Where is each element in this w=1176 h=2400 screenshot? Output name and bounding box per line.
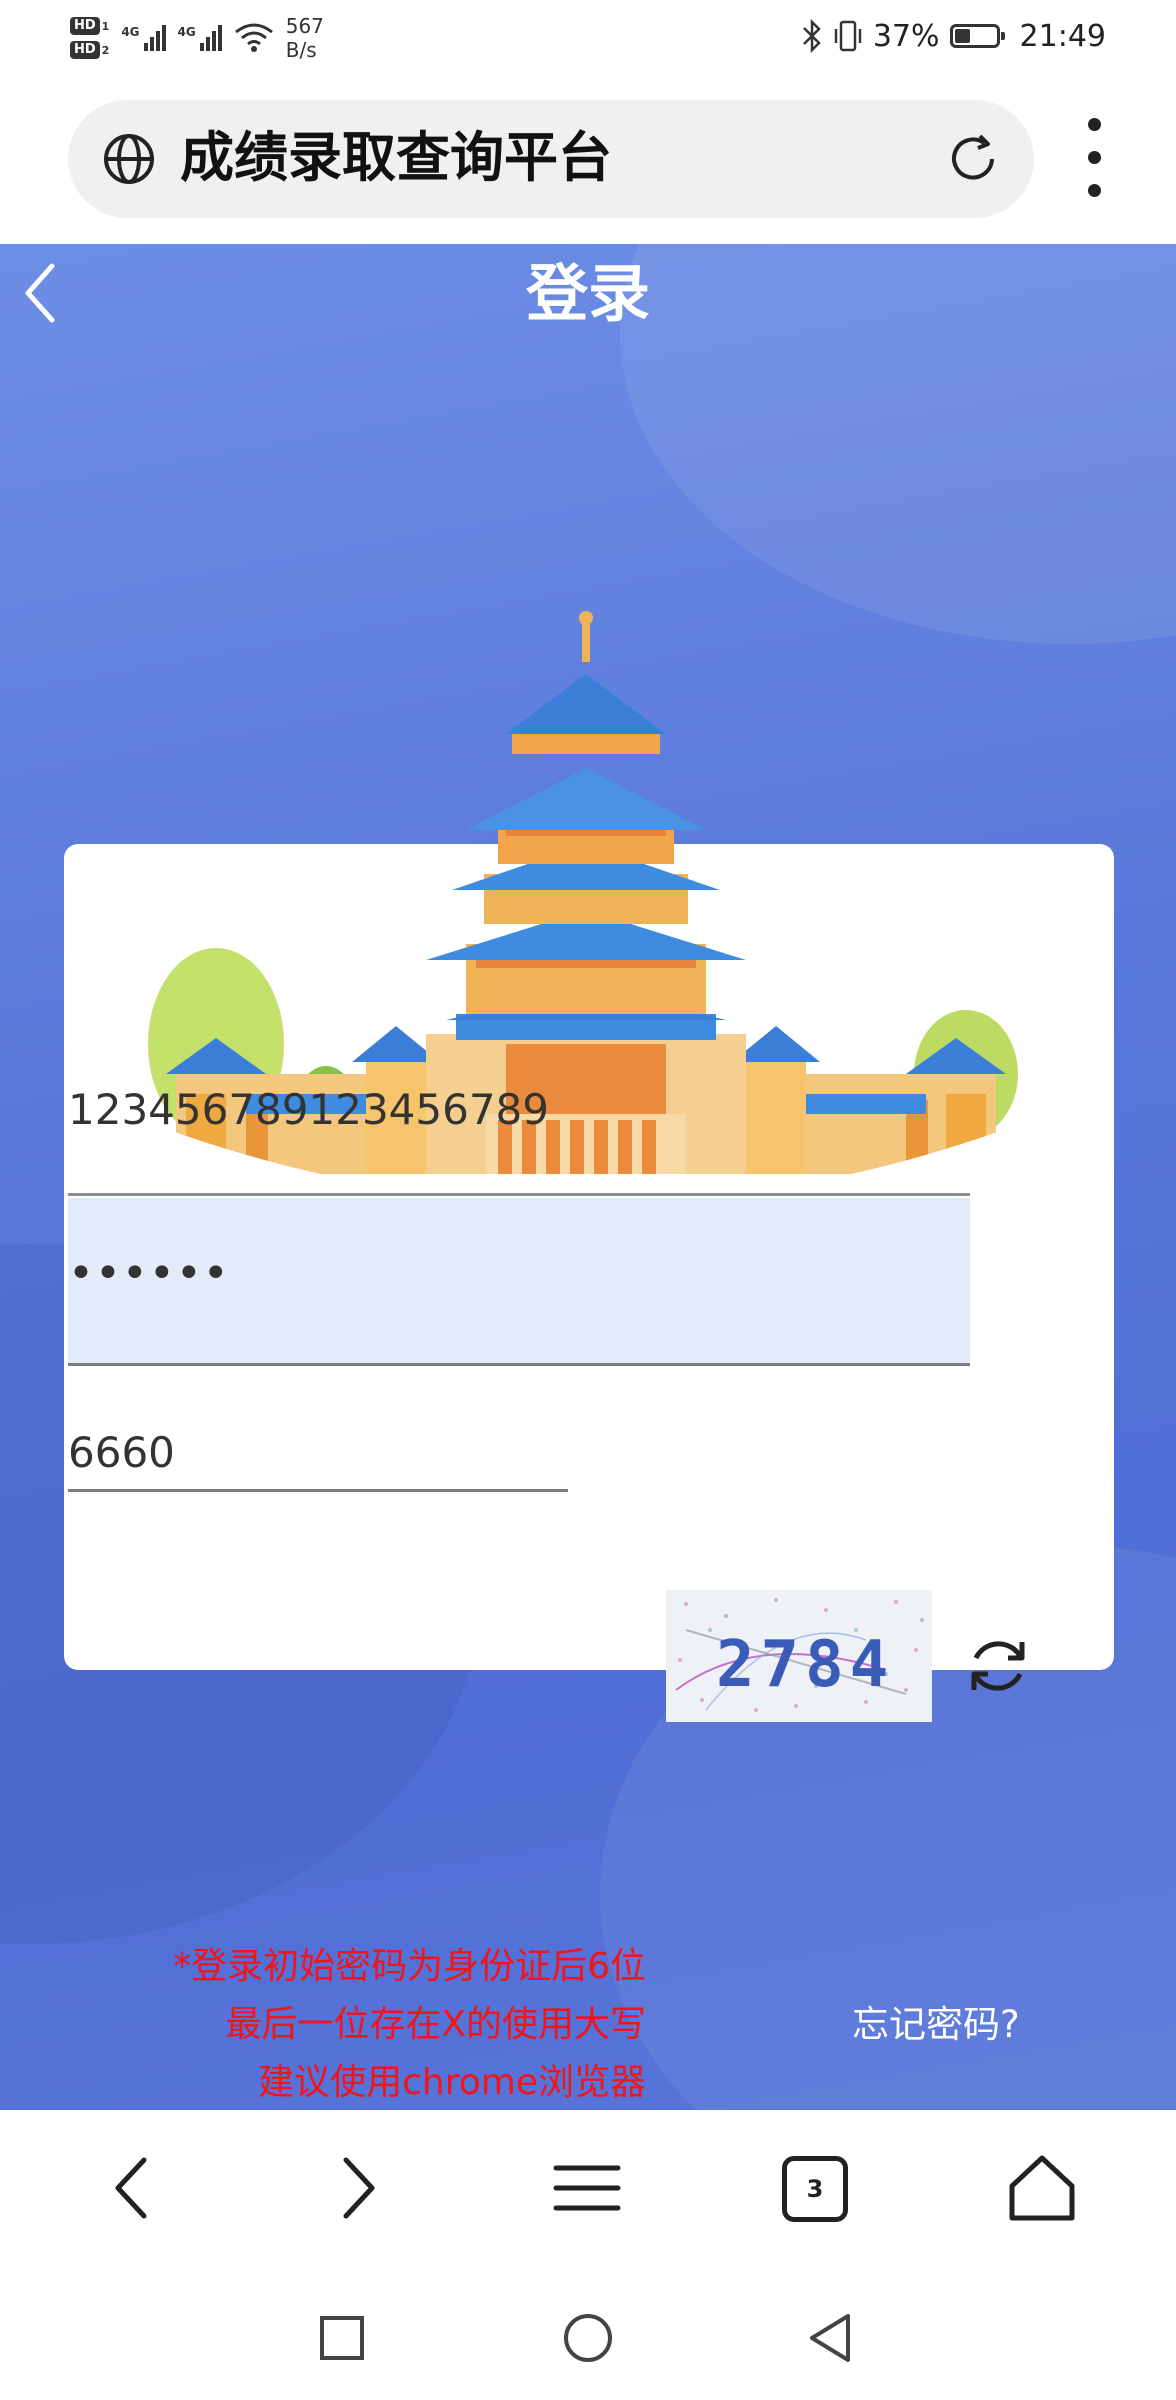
home-circle-icon[interactable] (560, 2310, 616, 2366)
hd-sub-label: 1 (101, 19, 110, 33)
network-speed: 567 B/s (286, 14, 324, 62)
hd-badge-1: HD 1 (70, 17, 109, 35)
reload-icon[interactable] (946, 132, 1000, 186)
note-line-1: *登录初始密码为身份证后6位 (173, 1946, 646, 1987)
note-line-3: 建议使用chrome浏览器 (258, 2062, 646, 2103)
login-page: 登录 123456789123456789 •••••• 6660 2784 *… (0, 244, 1176, 2110)
hd-indicators: HD 1 HD 2 (70, 17, 109, 59)
hd-icon: HD (70, 17, 100, 35)
account-input-value[interactable]: 123456789123456789 (68, 1085, 549, 1134)
menu-icon[interactable] (552, 2150, 622, 2226)
account-field[interactable]: 123456789123456789 (68, 1018, 970, 1196)
browser-bottom-nav: 3 (0, 2110, 1176, 2280)
battery-percent: 37% (872, 18, 940, 54)
signal-icon-1: 4G (121, 25, 166, 51)
back-icon[interactable] (104, 2150, 160, 2226)
vibrate-icon (834, 20, 862, 52)
captcha-image[interactable]: 2784 (666, 1590, 932, 1722)
tabs-button[interactable]: 3 (782, 2156, 848, 2222)
battery-icon (949, 24, 1005, 48)
account-underline (68, 1193, 970, 1196)
recent-apps-icon[interactable] (314, 2310, 370, 2366)
status-bar: HD 1 HD 2 4G 4G 567 B/s 37% 21:49 (0, 0, 1176, 82)
note-line-2: 最后一位存在X的使用大写 (225, 2004, 646, 2045)
password-field[interactable]: •••••• (68, 1198, 970, 1366)
password-underline (68, 1363, 970, 1366)
globe-icon (104, 134, 154, 184)
network-type-label: 4G (121, 25, 140, 39)
forgot-password-link[interactable]: 忘记密码? (852, 1994, 1020, 2048)
home-icon[interactable] (1004, 2150, 1080, 2226)
forward-icon[interactable] (330, 2150, 386, 2226)
page-title-in-address-bar: 成绩录取查询平台 (180, 126, 612, 189)
page-title: 登录 (525, 257, 650, 330)
hd-sub-label: 2 (101, 43, 110, 57)
login-notes: *登录初始密码为身份证后6位 最后一位存在X的使用大写 建议使用chrome浏览… (100, 1938, 646, 2110)
system-back-icon[interactable] (802, 2310, 858, 2366)
browser-menu-icon[interactable] (1080, 118, 1108, 202)
system-nav-bar (0, 2280, 1176, 2400)
signal-icon-2: 4G (178, 25, 222, 51)
hd-icon: HD (70, 41, 100, 59)
captcha-text: 2784 (716, 1628, 894, 1702)
network-type-label: 4G (177, 25, 196, 39)
password-input-value[interactable]: •••••• (68, 1248, 230, 1299)
captcha-underline (68, 1489, 568, 1492)
captcha-field[interactable]: 6660 (68, 1370, 568, 1492)
speed-value: 567 (285, 14, 324, 38)
speed-unit: B/s (285, 38, 317, 62)
hd-badge-2: HD 2 (70, 41, 109, 59)
battery-level-fill (954, 29, 970, 43)
bluetooth-icon (802, 19, 821, 53)
refresh-captcha-icon[interactable] (962, 1630, 1034, 1702)
tab-count: 3 (806, 2175, 824, 2203)
status-right: 37% 21:49 (801, 14, 1106, 58)
captcha-input-value[interactable]: 6660 (68, 1428, 175, 1477)
status-left: HD 1 HD 2 4G 4G 567 B/s (70, 8, 324, 68)
clock: 21:49 (1019, 18, 1106, 54)
wifi-icon (234, 23, 273, 52)
address-bar[interactable]: 成绩录取查询平台 (68, 100, 1034, 218)
back-arrow-icon[interactable] (16, 258, 72, 328)
